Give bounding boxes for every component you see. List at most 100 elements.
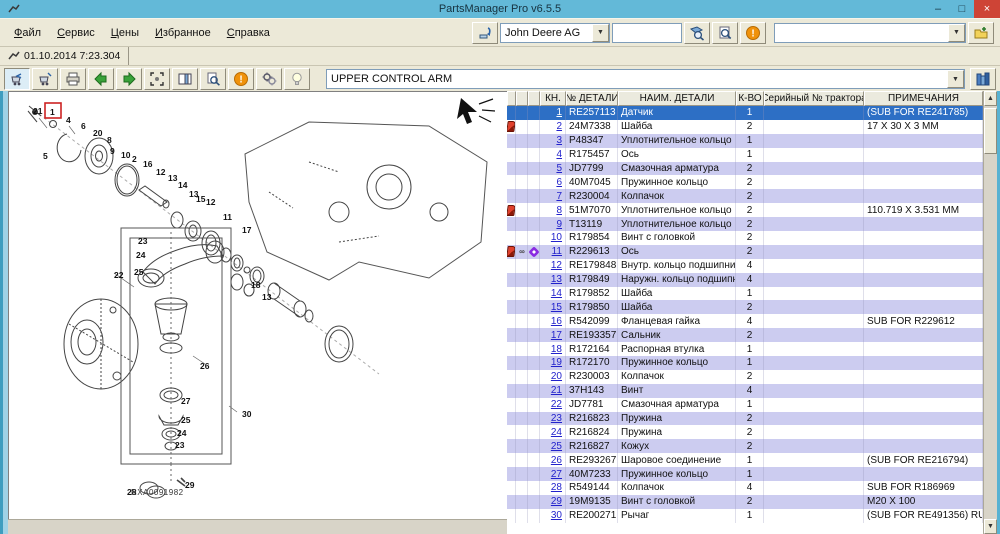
diagram-callout[interactable]: 20 — [93, 128, 103, 138]
table-row[interactable]: 19R172170Пружинное кольцо1 — [507, 356, 983, 370]
add-favorite-icon[interactable] — [968, 22, 994, 44]
table-row[interactable]: 15R179850Шайба2 — [507, 300, 983, 314]
minimize-button[interactable]: – — [926, 0, 950, 18]
menu-item-1[interactable]: Файл — [6, 25, 49, 41]
diagram-callout[interactable]: 16 — [143, 159, 153, 169]
table-row[interactable]: ∞11R229613Ось2 — [507, 245, 983, 259]
part-callout-link[interactable]: 2 — [556, 121, 562, 132]
diagram-callout[interactable]: 11 — [223, 212, 232, 222]
alert-icon[interactable]: ! — [740, 22, 766, 44]
table-row[interactable]: 224M7338Шайба217 X 30 X 3 ММ — [507, 120, 983, 134]
part-callout-link[interactable]: 29 — [551, 496, 562, 507]
table-row[interactable]: 18R172164Распорная втулка1 — [507, 342, 983, 356]
part-callout-link[interactable]: 7 — [556, 191, 562, 202]
table-row[interactable]: 2740M7233Пружинное кольцо1 — [507, 467, 983, 481]
diagram-callout[interactable]: 4 — [66, 115, 71, 125]
part-callout-link[interactable]: 12 — [551, 260, 562, 271]
part-callout-link[interactable]: 9 — [556, 219, 562, 230]
menu-item-5[interactable]: Справка — [219, 25, 278, 41]
diagram-callout[interactable]: 12 — [206, 197, 216, 207]
diagram-callout[interactable]: 14 — [178, 180, 188, 190]
maximize-button[interactable]: □ — [950, 0, 974, 18]
part-callout-link[interactable]: 24 — [551, 427, 562, 438]
pick-list-icon[interactable] — [32, 68, 58, 90]
table-row[interactable]: 14R179852Шайба1 — [507, 287, 983, 301]
diagram-callout[interactable]: 23 — [175, 440, 185, 450]
part-callout-link[interactable]: 22 — [551, 399, 562, 410]
part-callout-link[interactable]: 19 — [551, 357, 562, 368]
load-model-icon[interactable] — [472, 22, 498, 44]
diagram-callout[interactable]: 29 — [185, 480, 195, 490]
part-search-icon[interactable] — [684, 22, 710, 44]
chevron-down-icon[interactable]: ▼ — [592, 24, 609, 42]
part-callout-link[interactable]: 17 — [551, 330, 562, 341]
part-callout-link[interactable]: 28 — [551, 482, 562, 493]
split-view-icon[interactable] — [172, 68, 198, 90]
diagram-callout[interactable]: 6 — [81, 121, 86, 131]
part-callout-link[interactable]: 11 — [552, 246, 562, 257]
col-icon-c[interactable] — [528, 91, 540, 106]
diagram-callout[interactable]: 22 — [114, 270, 124, 280]
table-vscrollbar[interactable]: ▲ ▼ — [983, 91, 997, 534]
part-callout-link[interactable]: 13 — [551, 274, 562, 285]
table-row[interactable]: 23R216823Пружина2 — [507, 412, 983, 426]
diagram-callout[interactable]: 13 — [262, 292, 272, 302]
table-row[interactable]: 25R216827Кожух2 — [507, 439, 983, 453]
table-row[interactable]: 16R542099Фланцевая гайка4SUB FOR R229612 — [507, 314, 983, 328]
prev-arrow-icon[interactable] — [88, 68, 114, 90]
table-row[interactable]: 12RE179848Внутр. кольцо подшипника4 — [507, 259, 983, 273]
diagram-canvas[interactable]: 2114562089102161213141315121117181322232… — [8, 91, 509, 520]
table-row[interactable]: 2919M9135Винт с головкой2M20 X 100 — [507, 495, 983, 509]
diagram-callout[interactable]: 27 — [181, 396, 191, 406]
diagram-callout[interactable]: 24 — [177, 428, 187, 438]
brand-select[interactable]: John Deere AG ▼ — [500, 23, 610, 43]
part-callout-link[interactable]: 6 — [556, 177, 562, 188]
col-serial[interactable]: Серийный № трактора — [764, 91, 864, 106]
diagram-callout[interactable]: 17 — [242, 225, 252, 235]
part-callout-link[interactable]: 27 — [551, 469, 562, 480]
table-row[interactable]: 28R549144Колпачок4SUB FOR R186969 — [507, 481, 983, 495]
table-row[interactable]: 7R230004Колпачок2 — [507, 189, 983, 203]
diagram-callout[interactable]: 9 — [110, 146, 115, 156]
scroll-down-icon[interactable]: ▼ — [984, 519, 997, 534]
table-row[interactable]: 5JD7799Смазочная арматура2 — [507, 162, 983, 176]
part-callout-link[interactable]: 8 — [556, 205, 562, 216]
table-row[interactable]: 851M7070Уплотнительное кольцо2110.719 X … — [507, 203, 983, 217]
catalog-panel-icon[interactable] — [970, 68, 996, 90]
diagram-callout[interactable]: 1 — [50, 107, 55, 117]
fit-screen-icon[interactable] — [144, 68, 170, 90]
next-arrow-icon[interactable] — [116, 68, 142, 90]
part-search-input[interactable] — [612, 23, 682, 43]
part-callout-link[interactable]: 16 — [551, 316, 562, 327]
col-name[interactable]: НАИМ. ДЕТАЛИ — [618, 91, 736, 106]
part-callout-link[interactable]: 18 — [551, 344, 562, 355]
table-row[interactable]: 10R179854Винт с головкой2 — [507, 231, 983, 245]
diagram-hscrollbar[interactable] — [8, 519, 507, 534]
diagram-callout[interactable]: 24 — [136, 250, 146, 260]
diagram-callout[interactable]: 15 — [196, 194, 206, 204]
scroll-up-icon[interactable]: ▲ — [984, 91, 997, 106]
diagram-callout[interactable]: 10 — [121, 150, 131, 160]
table-row[interactable]: 26RE293267Шаровое соединение1(SUB FOR RE… — [507, 453, 983, 467]
diagram-callout[interactable]: 13 — [168, 173, 178, 183]
table-row[interactable]: 640M7045Пружинное кольцо2 — [507, 175, 983, 189]
quick-combo[interactable]: ▼ — [774, 23, 966, 43]
part-callout-link[interactable]: 25 — [551, 441, 562, 452]
table-row[interactable]: 13R179849Наружн. кольцо подшипн.4 — [507, 273, 983, 287]
diagram-callout[interactable]: 23 — [138, 236, 148, 246]
part-callout-link[interactable]: 15 — [551, 302, 562, 313]
close-button[interactable]: × — [974, 0, 1000, 18]
part-callout-link[interactable]: 3 — [556, 135, 562, 146]
col-qty[interactable]: К-ВО — [736, 91, 764, 106]
part-callout-link[interactable]: 21 — [551, 385, 562, 396]
part-callout-link[interactable]: 10 — [551, 232, 562, 243]
doc-search-icon[interactable] — [712, 22, 738, 44]
col-notes[interactable]: ПРИМЕЧАНИЯ — [864, 91, 983, 106]
session-tab[interactable]: 01.10.2014 7:23.304 — [0, 47, 129, 65]
table-row[interactable]: 17RE193357Сальник2 — [507, 328, 983, 342]
part-callout-link[interactable]: 23 — [551, 413, 562, 424]
diagram-callout[interactable]: 26 — [200, 361, 210, 371]
chevron-down-icon[interactable]: ▼ — [948, 24, 965, 42]
scroll-thumb[interactable] — [984, 108, 997, 154]
menu-item-4[interactable]: Избранное — [147, 25, 219, 41]
